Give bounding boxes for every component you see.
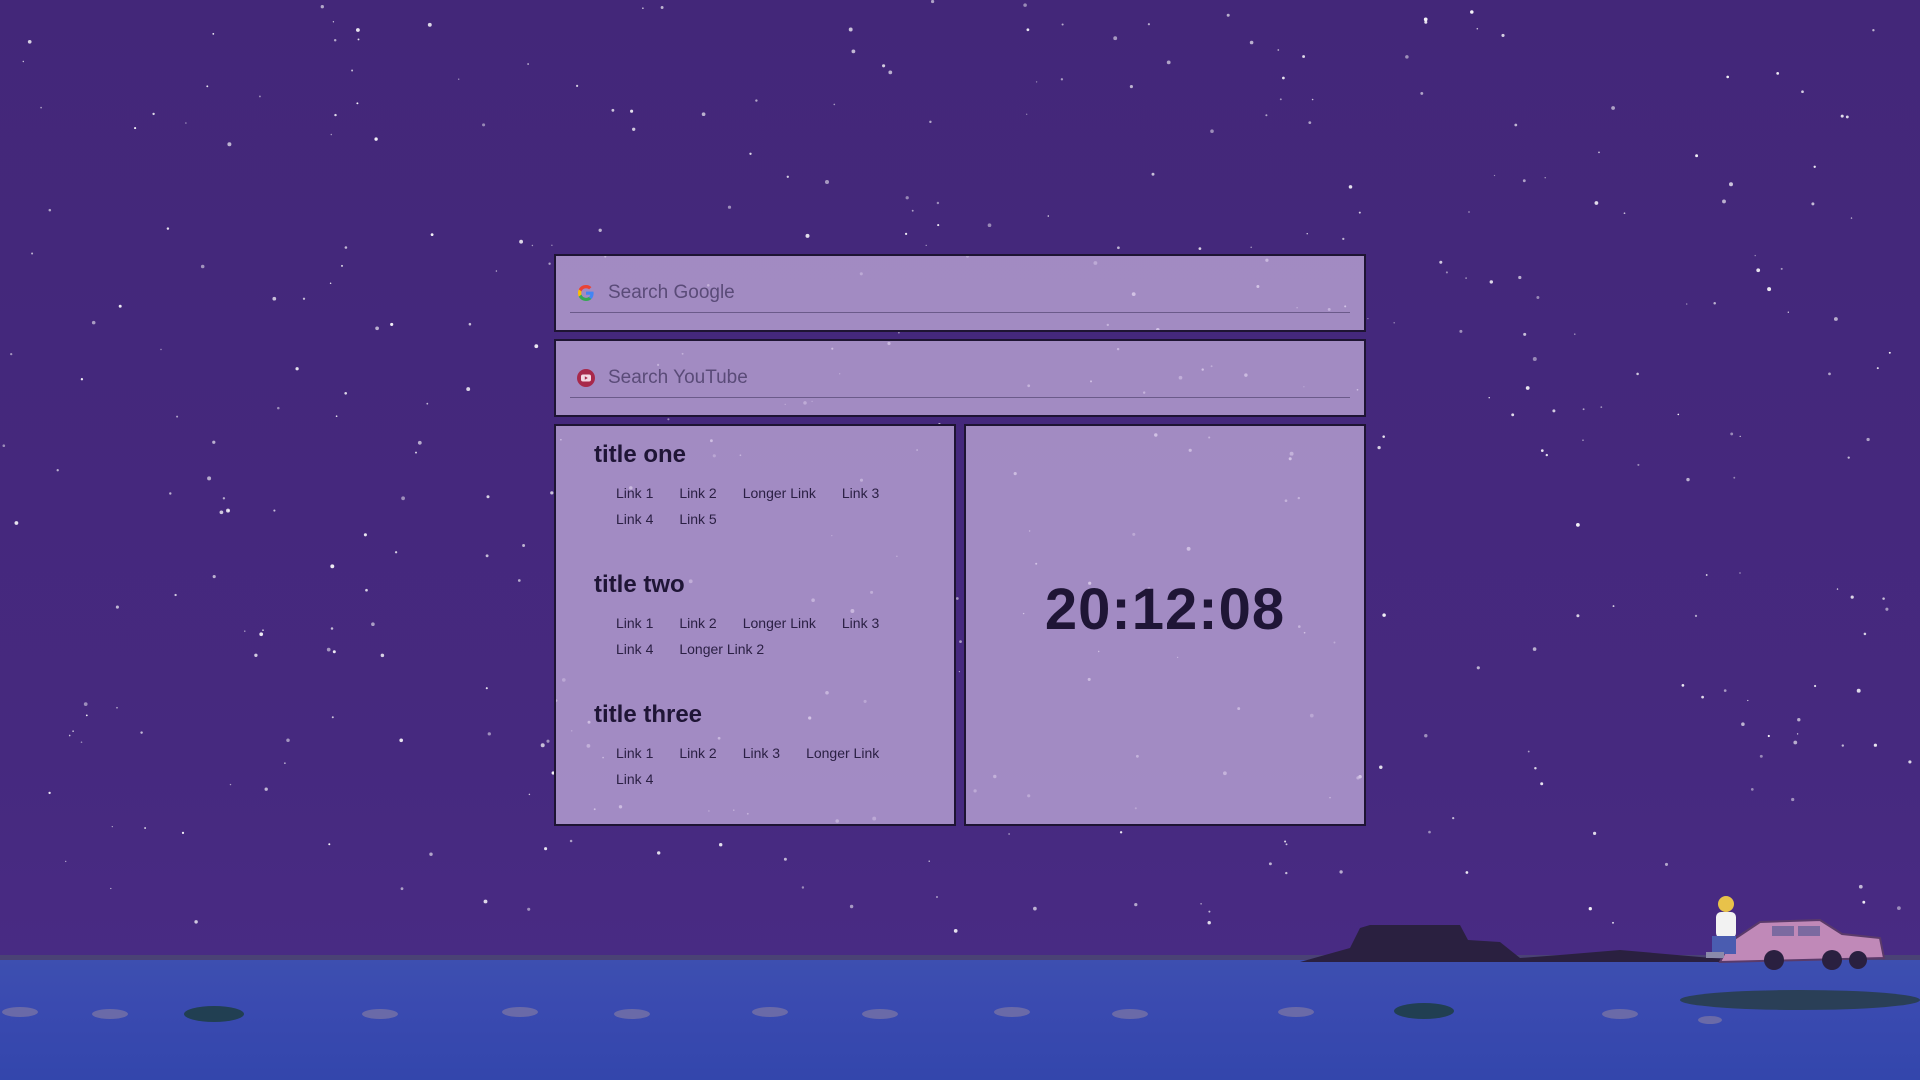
bookmark-link[interactable]: Link 4 [616,771,653,787]
google-search-input[interactable] [606,281,1350,305]
youtube-search-bar [570,359,1350,398]
link-section-two: title two Link 1 Link 2 Longer Link Link… [594,570,934,662]
link-row: Link 1 Link 2 Longer Link Link 3 [616,480,934,506]
bookmark-link[interactable]: Link 2 [679,615,716,631]
youtube-search-card [554,339,1366,417]
bookmark-link[interactable]: Longer Link 2 [679,641,764,657]
link-section-three: title three Link 1 Link 2 Link 3 Longer … [594,700,934,792]
mesa-silhouette [1300,925,1760,962]
youtube-icon [576,368,596,388]
bookmark-link[interactable]: Link 1 [616,615,653,631]
bookmark-link[interactable]: Link 5 [679,511,716,527]
section-title: title three [594,701,703,728]
bookmark-link[interactable]: Link 3 [743,745,780,761]
link-row: Link 1 Link 2 Longer Link Link 3 [616,610,934,636]
section-title: title two [594,571,685,598]
google-icon [576,283,596,303]
man-illustration [1706,896,1736,958]
bookmark-link[interactable]: Link 2 [679,485,716,501]
bookmarks-panel: title one Link 1 Link 2 Longer Link Link… [554,424,956,826]
shrub [1680,990,1920,1010]
bookmark-link[interactable]: Longer Link [743,615,816,631]
car-illustration [1718,918,1886,970]
google-search-card [554,254,1366,332]
link-section-one: title one Link 1 Link 2 Longer Link Link… [594,440,934,532]
link-row: Link 4 [616,766,934,792]
bookmark-link[interactable]: Longer Link [743,485,816,501]
bookmark-link[interactable]: Link 2 [679,745,716,761]
youtube-search-input[interactable] [606,366,1350,390]
bookmark-link[interactable]: Link 4 [616,641,653,657]
bookmark-link[interactable]: Longer Link [806,745,879,761]
desert-scene [2,896,1920,1024]
link-row: Link 1 Link 2 Link 3 Longer Link [616,740,934,766]
bookmark-link[interactable]: Link 3 [842,485,879,501]
clock-time: 20:12:08 [1044,577,1286,642]
link-row: Link 4 Link 5 [616,506,934,532]
bookmark-link[interactable]: Link 1 [616,485,653,501]
link-row: Link 4 Longer Link 2 [616,636,934,662]
rocks [2,1007,1722,1024]
shrub [1394,1003,1454,1019]
google-search-bar [570,274,1350,313]
bookmark-link[interactable]: Link 3 [842,615,879,631]
shrub [184,1006,244,1022]
section-title: title one [594,441,687,468]
bookmark-link[interactable]: Link 4 [616,511,653,527]
bookmark-link[interactable]: Link 1 [616,745,653,761]
clock-panel: 20:12:08 [964,424,1366,826]
